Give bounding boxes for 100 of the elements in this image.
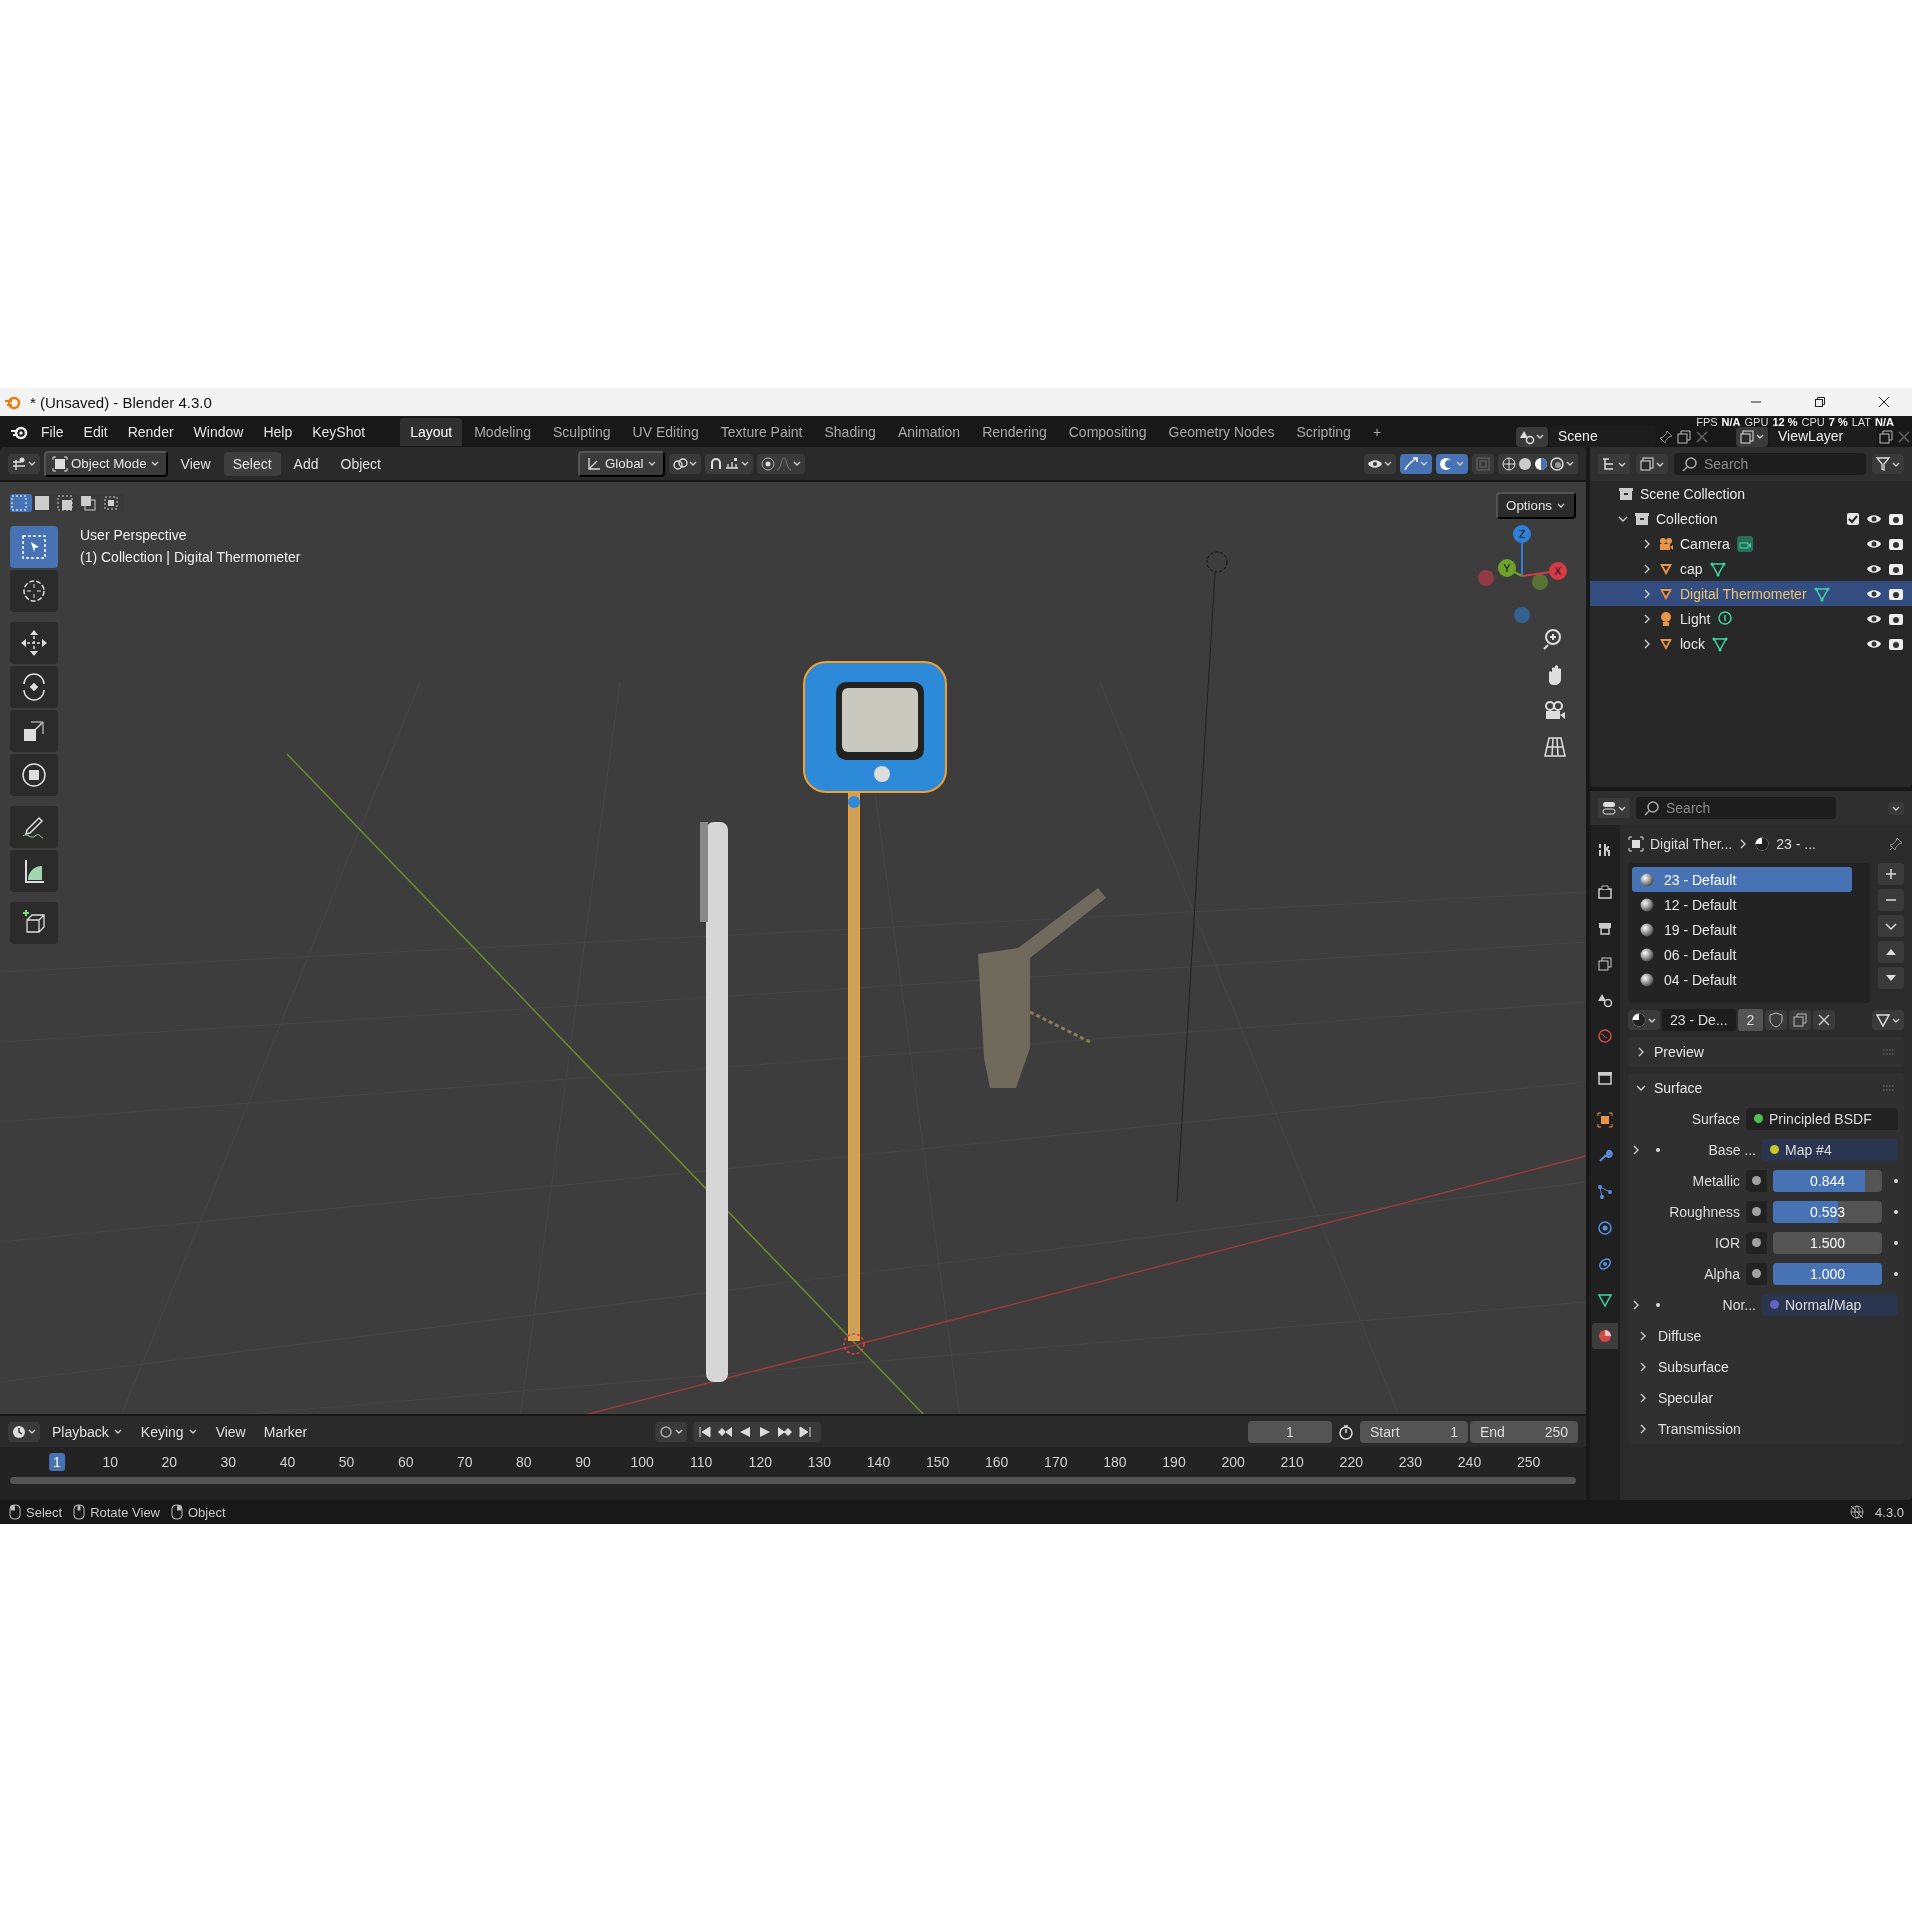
value-slider[interactable]: 0.593 [1773, 1200, 1882, 1223]
keyframe-dot[interactable] [1894, 1240, 1898, 1245]
linked-input-field[interactable]: Normal/Map [1762, 1293, 1898, 1316]
selection-mode-icon[interactable] [56, 494, 78, 512]
menu-item[interactable]: Playback [46, 1420, 129, 1443]
view-layer-field[interactable]: ViewLayer [1770, 426, 1876, 447]
linked-input-field[interactable]: Map #4 [1762, 1138, 1898, 1161]
properties-icon[interactable] [1601, 800, 1617, 816]
menu-item[interactable]: Select [223, 451, 281, 476]
start-frame-field[interactable]: Start 1 [1360, 1420, 1468, 1443]
scene-field[interactable]: Scene [1550, 426, 1656, 447]
image-stack-icon[interactable] [1639, 456, 1655, 472]
overlays-icon[interactable] [1439, 455, 1455, 472]
end-frame-field[interactable]: End 250 [1470, 1420, 1578, 1443]
outliner-item[interactable]: Collection [1656, 510, 1718, 527]
menu-item[interactable]: File [32, 419, 73, 444]
number-field[interactable]: 1.500 [1773, 1231, 1882, 1254]
workspace-tab[interactable]: Animation [887, 417, 971, 446]
keyframe-dot[interactable] [1894, 1209, 1898, 1214]
options-dropdown[interactable]: Options [1496, 492, 1576, 519]
solid-shading-icon[interactable] [1517, 455, 1533, 472]
checkbox[interactable] [1846, 511, 1860, 526]
move-tool[interactable] [10, 622, 58, 664]
subpanel-header[interactable]: Transmission [1628, 1413, 1904, 1444]
rotate-tool[interactable] [10, 666, 58, 708]
copy-icon[interactable] [1792, 1012, 1809, 1028]
selection-mode-icon[interactable] [10, 494, 32, 512]
gizmo-icon[interactable] [1403, 455, 1419, 472]
pin-icon[interactable] [1658, 428, 1674, 445]
snap-increment-icon[interactable] [723, 455, 740, 472]
material-slot[interactable]: 04 - Default [1632, 967, 1852, 992]
search-field[interactable]: Search [1674, 453, 1866, 475]
panel-header[interactable]: Preview [1628, 1037, 1904, 1067]
image-stack-icon[interactable] [1739, 428, 1755, 445]
clock-icon[interactable] [11, 1423, 27, 1440]
menu-item[interactable]: View [209, 1420, 252, 1443]
workspace-tab[interactable]: Texture Paint [710, 417, 813, 446]
value-slider[interactable]: 1.000 [1773, 1262, 1882, 1285]
material-sphere-icon[interactable] [1631, 1012, 1647, 1028]
proportional-edit-icon[interactable] [759, 455, 776, 472]
camera-data-icon[interactable] [1735, 534, 1754, 553]
menu-item[interactable]: View [171, 451, 220, 476]
orientation-dropdown[interactable]: Global [578, 450, 665, 477]
material-slot[interactable]: 19 - Default [1632, 917, 1852, 942]
chevron-right-icon[interactable] [1642, 563, 1652, 574]
editor-type-icon[interactable] [11, 455, 27, 472]
material-name-field[interactable]: 23 - De... [1662, 1009, 1736, 1031]
workspace-tab[interactable]: Scripting [1286, 417, 1361, 446]
navigation-gizmo[interactable] [1478, 525, 1567, 623]
panel-header[interactable]: Surface [1628, 1073, 1904, 1103]
material-slot[interactable]: 12 - Default [1632, 892, 1852, 917]
shield-icon[interactable] [1768, 1012, 1785, 1028]
chevron-right-icon[interactable] [1642, 538, 1652, 549]
keyframe-dot[interactable] [1894, 1178, 1898, 1183]
outliner-row[interactable]: cap [1590, 556, 1912, 581]
pivot-icon[interactable] [671, 455, 688, 472]
menu-item[interactable]: Object [331, 451, 390, 476]
pin-icon[interactable] [1888, 836, 1904, 852]
outliner-row[interactable]: lock [1590, 631, 1912, 656]
rendered-shading-icon[interactable] [1549, 455, 1565, 472]
subpanel-header[interactable]: Specular [1628, 1382, 1904, 1413]
maximize-icon[interactable] [1814, 396, 1826, 408]
workspace-tab[interactable]: Layout [400, 417, 463, 446]
cursor-tool[interactable] [10, 570, 58, 612]
scrollbar[interactable] [10, 1477, 1576, 1484]
outliner-row[interactable]: Light [1590, 606, 1912, 631]
outliner-row[interactable]: Camera [1590, 531, 1912, 556]
ruler-tool[interactable] [10, 850, 58, 892]
current-frame-field[interactable]: 1 [1248, 1420, 1332, 1443]
plus-icon[interactable] [1884, 867, 1898, 881]
current-frame-marker[interactable]: 1 [49, 1453, 65, 1471]
menu-item[interactable]: Edit [74, 419, 117, 444]
menu-item[interactable]: KeyShot [303, 419, 375, 444]
keyframe-dot[interactable] [1894, 1271, 1898, 1276]
filter-icon[interactable] [1875, 456, 1891, 472]
workspace-tab[interactable]: Shading [814, 417, 886, 446]
chevron-right-icon[interactable] [1642, 638, 1652, 649]
menu-item[interactable]: Window [184, 419, 253, 444]
workspace-tab[interactable]: Modeling [464, 417, 541, 446]
menu-item[interactable]: Marker [257, 1420, 314, 1443]
material-slot[interactable]: 06 - Default [1632, 942, 1852, 967]
workspace-tab[interactable]: Sculpting [543, 417, 621, 446]
search-field[interactable]: Search [1636, 797, 1836, 819]
transform-tool[interactable] [10, 754, 58, 796]
add-cube-tool[interactable] [10, 902, 58, 944]
value-slider[interactable]: 0.844 [1773, 1169, 1882, 1192]
chevron-right-icon[interactable] [1642, 613, 1652, 624]
material-shading-icon[interactable] [1533, 455, 1549, 472]
selection-mode-icon[interactable] [33, 494, 55, 512]
stopwatch-icon[interactable] [1338, 1423, 1354, 1440]
chevron-right-icon[interactable] [1631, 1299, 1641, 1310]
workspace-tab[interactable]: UV Editing [622, 417, 709, 446]
workspace-tab[interactable]: Rendering [972, 417, 1057, 446]
workspace-tab[interactable]: Geometry Nodes [1158, 417, 1285, 446]
chevron-right-icon[interactable] [1631, 1144, 1641, 1155]
light-data-icon[interactable] [1716, 609, 1735, 628]
shader-field[interactable]: Principled BSDF [1746, 1107, 1898, 1130]
mode-dropdown[interactable]: Object Mode [44, 450, 168, 477]
outliner-item[interactable]: Scene Collection [1640, 485, 1746, 502]
copy-icon[interactable] [1676, 428, 1692, 445]
